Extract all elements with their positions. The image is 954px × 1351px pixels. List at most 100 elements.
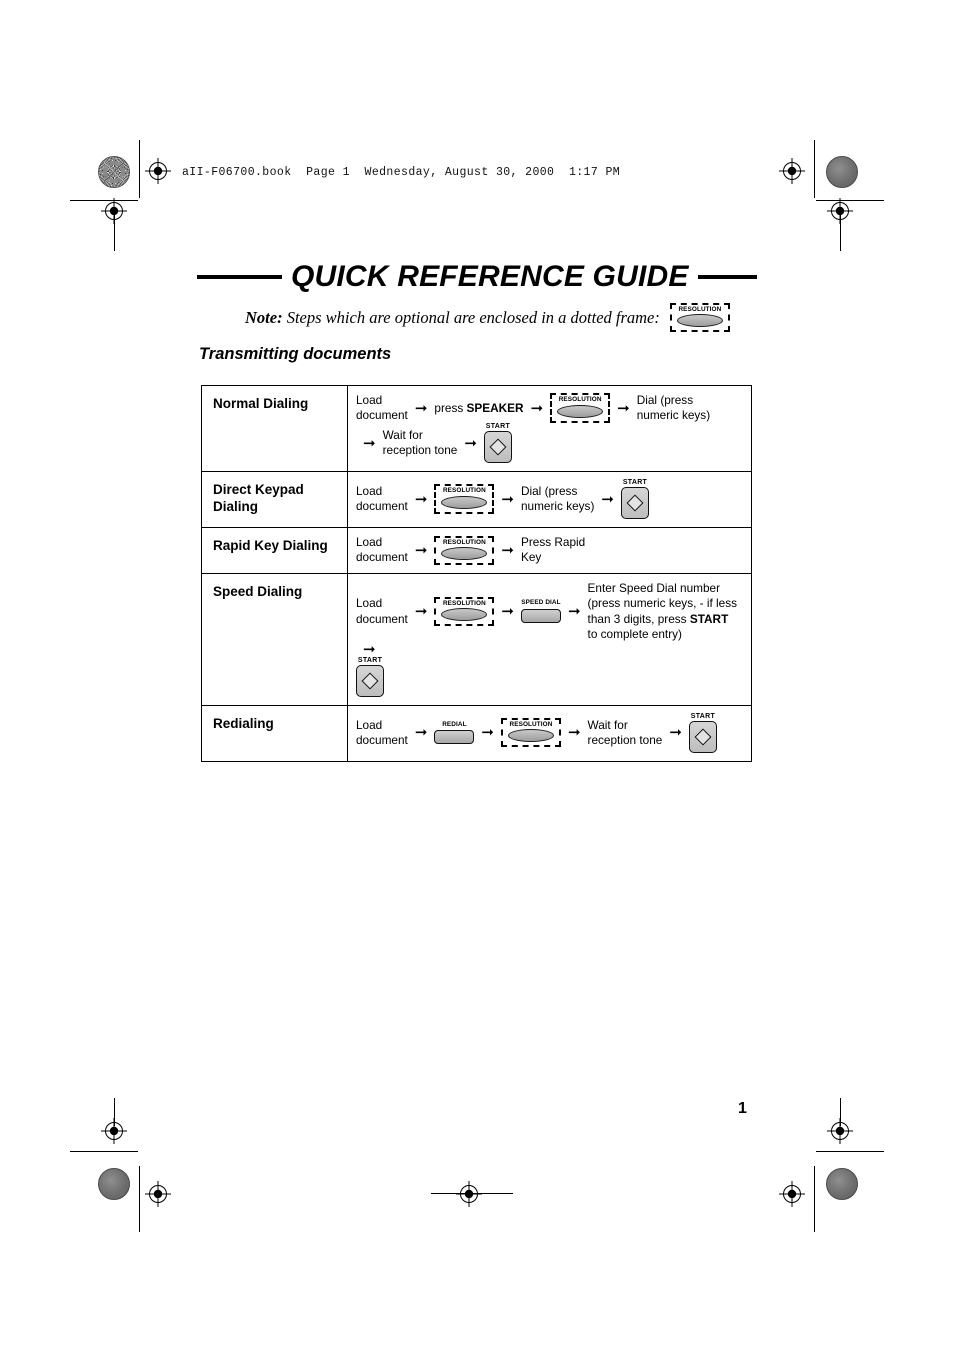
step-text: Dial (press numeric keys) [636,393,711,423]
step-text: Load document [356,393,408,423]
step-text: Dial (press numeric keys) [520,484,595,514]
registration-target-bottom-left-2 [145,1181,171,1207]
speed-dial-key-icon: SPEED DIAL [520,599,561,623]
optional-step-dashed-frame: RESOLUTION [434,535,495,565]
table-row: Normal Dialing Load document ➞ press SPEAKE… [201,384,752,473]
page-title: QUICK REFERENCE GUIDE [197,262,757,292]
row-label-cell: Direct Keypad Dialing [201,471,348,529]
step-text-emphasis: START [689,611,729,626]
transmitting-documents-table: Normal Dialing Load document ➞ press SPEAKE… [201,384,752,762]
step-text: Load document [356,596,408,626]
page-number: 1 [738,1100,747,1117]
start-key-icon: START [688,712,717,753]
flow-arrow-icon: ➞ [567,602,581,621]
flow-arrow-icon: ➞ [414,723,428,742]
step-text: Load document [356,484,408,514]
rosette-mark-top-right [826,156,858,188]
page-title-text: QUICK REFERENCE GUIDE [291,260,689,293]
trim-line-bottom-left-vertical-2 [139,1166,140,1232]
step-text: Load document [356,535,408,565]
step-sequence: Load document ➞ RESOLUTION ➞ Press Rapid Key [348,528,751,573]
flow-arrow-icon: ➞ [669,723,682,742]
resolution-key-icon: RESOLUTION [441,599,488,622]
step-sequence: Load document ➞ REDIAL ➞ RESOLUTION ➞ Wait for… [348,706,751,761]
resolution-key-oval [441,608,488,622]
start-key-icon: START [620,479,649,520]
flow-arrow-icon: ➞ [481,723,494,742]
start-key-caption: START [485,423,511,431]
table-body: Normal Dialing Load document ➞ press SPEAKE… [201,384,752,762]
row-label-cell: Speed Dialing [201,573,348,706]
row-steps-cell: Load document ➞ RESOLUTION ➞ Dial (press num… [347,471,752,529]
flow-arrow-icon: ➞ [363,639,376,658]
registration-target-bottom-center [456,1181,482,1207]
row-steps-cell: Load document ➞ RESOLUTION ➞ SPEED DIAL ➞ Ente… [347,573,752,706]
row-label: Redialing [213,715,274,731]
trim-line-left-vertical [114,211,115,251]
diamond-icon [626,494,644,512]
start-key-body [483,431,512,464]
trim-line-bottom-right-vertical-2 [814,1166,815,1232]
row-label: Normal Dialing [213,396,309,411]
redial-key-body [434,729,475,744]
start-key-body [688,720,717,753]
flow-arrow-icon: ➞ [414,602,428,621]
trim-line-bottom-right-vertical [840,1098,841,1126]
speed-dial-key-body [520,608,561,623]
resolution-key-caption: RESOLUTION [442,599,486,607]
step-text: Enter Speed Dial number (press numeric k… [587,581,738,641]
note: Note: Steps which are optional are enclo… [245,303,730,333]
flow-arrow-icon: ➞ [601,489,614,508]
flow-arrow-icon: ➞ [414,398,428,417]
optional-step-dashed-frame: RESOLUTION [550,393,611,423]
resolution-key-oval [441,495,488,509]
rosette-mark-top-left [98,156,130,188]
row-label: Direct Keypad Dialing [213,482,304,515]
table-row: Redialing Load document ➞ REDIAL ➞ RESOLUTION… [201,704,752,762]
step-sequence: Load document ➞ press SPEAKER ➞ RESOLUTION ➞ D… [348,386,751,471]
trim-line-right-horizontal [816,200,884,201]
optional-step-dashed-frame: RESOLUTION [500,718,561,748]
trim-line-bottom-right-horizontal [816,1151,884,1152]
row-label-cell: Normal Dialing [201,384,348,473]
resolution-key-oval [441,546,488,560]
trim-line-bottom-left-horizontal [70,1151,138,1152]
trim-line-top-left-vertical [139,140,140,198]
start-key-icon: START [356,657,384,697]
flow-arrow-icon: ➞ [501,489,514,508]
row-steps-cell: Load document ➞ press SPEAKER ➞ RESOLUTION ➞ D… [347,384,752,473]
note-label: Note: [245,307,283,327]
start-key-caption: START [357,656,383,664]
resolution-key-icon: RESOLUTION [441,539,488,560]
title-rule-left [197,275,282,279]
diamond-icon [361,672,379,690]
flow-arrow-icon: ➞ [567,723,581,742]
flow-arrow-icon: ➞ [617,398,630,417]
row-label: Rapid Key Dialing [213,538,328,554]
note-body: Steps which are optional are enclosed in… [282,307,660,327]
speed-dial-key-caption: SPEED DIAL [521,599,561,607]
resolution-key-icon: RESOLUTION [557,396,604,418]
registration-target-top-left [145,158,171,184]
row-label: Speed Dialing [213,584,303,600]
diamond-icon [694,728,712,746]
step-sequence: Load document ➞ RESOLUTION ➞ Dial (press num… [348,472,751,527]
rosette-mark-bottom-right [826,1168,858,1200]
resolution-key-caption: RESOLUTION [558,396,602,404]
resolution-key-icon: RESOLUTION [676,306,723,328]
optional-step-dashed-frame: RESOLUTION [434,484,495,514]
registration-target-bottom-right [827,1118,853,1144]
flow-arrow-icon: ➞ [363,433,376,452]
rosette-mark-bottom-left [98,1168,130,1200]
flow-arrow-icon: ➞ [530,398,544,417]
start-key-caption: START [690,712,716,720]
resolution-key-icon: RESOLUTION [507,721,554,743]
trim-line-bottom-left-vertical [114,1098,115,1126]
redial-key-icon: REDIAL [434,721,475,744]
note-text: Note: Steps which are optional are enclo… [245,308,660,328]
step-text: press SPEAKER [434,400,524,415]
start-key-icon: START [483,423,512,464]
trim-line-right-vertical [840,211,841,251]
trim-line-left-horizontal [70,200,138,201]
table-row: Rapid Key Dialing Load document ➞ RESOLUTIO… [201,527,752,575]
